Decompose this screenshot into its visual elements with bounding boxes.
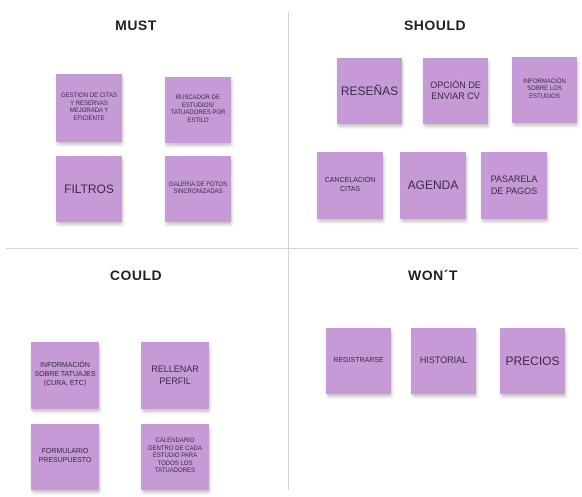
sticky-note-label: BUSCADOR DE ESTUDIOS/ TATUADORES POR EST…	[170, 95, 226, 124]
sticky-note-rellenar-perfil[interactable]: RELLENAR PERFIL	[141, 342, 209, 409]
sticky-note-registrarse[interactable]: REGISTRARSE	[326, 328, 391, 394]
sticky-note-gestion-citas[interactable]: GESTION DE CITAS Y RESERVAS MEJORADA Y E…	[56, 74, 122, 142]
sticky-note-label: OPCIÓN DE ENVIAR CV	[430, 79, 481, 101]
sticky-note-enviar-cv[interactable]: OPCIÓN DE ENVIAR CV	[423, 58, 488, 124]
sticky-note-cancelacion-citas[interactable]: CANCELACIÓN CITAS	[317, 152, 383, 219]
sticky-note-label: INFORMACIÓN SOBRE TATUAJES (CURA, ETC)	[34, 362, 96, 387]
sticky-note-filtros[interactable]: FILTROS	[56, 156, 122, 222]
sticky-note-label: RESEÑAS	[340, 83, 399, 98]
sticky-note-label: INFORMACIÓN SOBRE LOS ESTUDIOS	[523, 78, 566, 100]
sticky-note-label: HISTORIAL	[419, 355, 468, 366]
sticky-note-label: CANCELACIÓN CITAS	[324, 176, 376, 193]
sticky-note-label: PASARELA DE PAGOS	[490, 174, 538, 196]
vertical-divider	[288, 12, 289, 490]
sticky-note-historial[interactable]: HISTORIAL	[411, 328, 476, 394]
sticky-note-label: RELLENAR PERFIL	[151, 364, 199, 386]
sticky-note-precios[interactable]: PRECIOS	[500, 328, 565, 394]
sticky-note-label: GALERIA DE FOTOS SINCRONIZADAS	[169, 181, 227, 196]
could-title: COULD	[109, 267, 163, 283]
sticky-note-info-estudios[interactable]: INFORMACIÓN SOBRE LOS ESTUDIOS	[512, 57, 577, 123]
moscow-board: MUST GESTION DE CITAS Y RESERVAS MEJORAD…	[0, 0, 582, 497]
sticky-note-formulario-presupuesto[interactable]: FORMULARIO PRESUPUESTO	[31, 424, 99, 490]
sticky-note-label: FORMULARIO PRESUPUESTO	[38, 448, 92, 464]
sticky-note-label: PRECIOS	[505, 353, 560, 368]
wont-title: WON´T	[408, 267, 458, 283]
sticky-note-info-tatuajes[interactable]: INFORMACIÓN SOBRE TATUAJES (CURA, ETC)	[31, 342, 99, 409]
horizontal-divider	[6, 248, 578, 249]
sticky-note-resenas[interactable]: RESEÑAS	[337, 58, 402, 124]
sticky-note-label: GESTION DE CITAS Y RESERVAS MEJORADA Y E…	[61, 93, 117, 122]
should-title: SHOULD	[403, 17, 467, 33]
sticky-note-galeria[interactable]: GALERIA DE FOTOS SINCRONIZADAS	[165, 156, 231, 222]
sticky-note-label: REGISTRARSE	[333, 356, 384, 364]
must-title: MUST	[115, 17, 157, 33]
sticky-note-label: CALENDARIO DENTRO DE CADA ESTUDIO PARA T…	[148, 438, 202, 475]
sticky-note-pasarela-pagos[interactable]: PASARELA DE PAGOS	[481, 152, 547, 219]
sticky-note-label: FILTROS	[64, 181, 114, 196]
sticky-note-agenda[interactable]: AGENDA	[400, 152, 466, 219]
sticky-note-buscador[interactable]: BUSCADOR DE ESTUDIOS/ TATUADORES POR EST…	[165, 77, 231, 143]
sticky-note-calendario[interactable]: CALENDARIO DENTRO DE CADA ESTUDIO PARA T…	[141, 424, 209, 490]
sticky-note-label: AGENDA	[407, 178, 459, 192]
